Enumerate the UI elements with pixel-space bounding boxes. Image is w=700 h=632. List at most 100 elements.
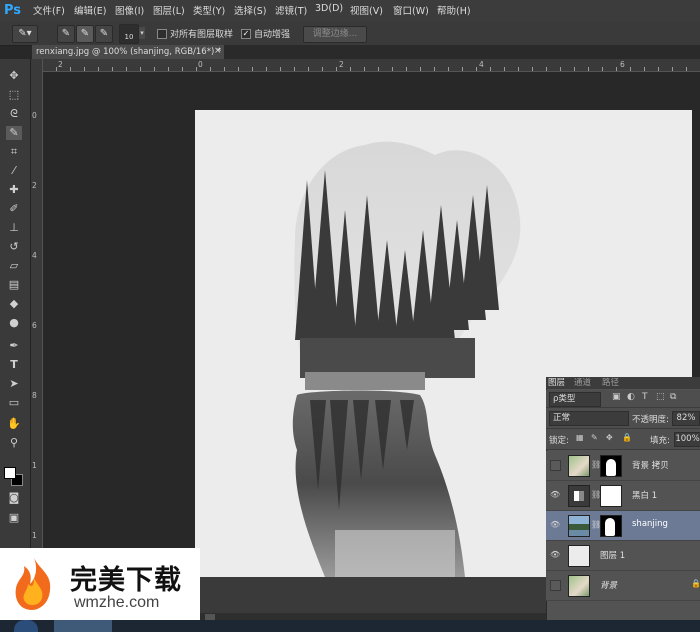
eye-icon[interactable]: 👁 (550, 550, 560, 560)
layer-mask-thumbnail[interactable] (600, 455, 622, 477)
path-selection-tool-icon[interactable]: ➤ (6, 377, 22, 391)
menu-bar: Ps 文件(F) 编辑(E) 图像(I) 图层(L) 类型(Y) 选择(S) 滤… (0, 0, 700, 23)
tool-preset-picker[interactable]: ✎▾ (12, 25, 38, 43)
marquee-tool-icon[interactable]: ⬚ (6, 88, 22, 102)
zoom-tool-icon[interactable]: ⚲ (6, 436, 22, 450)
opacity-label: 不透明度: (632, 415, 669, 425)
blend-mode-value: 正常 (553, 413, 571, 423)
ruler-ticks (42, 67, 700, 71)
lock-icon: 🔒 (691, 579, 700, 588)
brush-size-value: 10 (124, 33, 134, 41)
auto-enhance-checkbox[interactable]: ✓ (241, 29, 251, 39)
type-tool-icon[interactable]: T (6, 358, 22, 372)
ruler-tick-label: 2 (32, 181, 37, 190)
gradient-tool-icon[interactable]: ▤ (6, 278, 22, 292)
filter-shape-icon[interactable]: ⬚ (656, 392, 665, 402)
brush-tool-icon[interactable]: ✐ (6, 202, 22, 216)
eraser-tool-icon[interactable]: ▱ (6, 259, 22, 273)
eye-icon[interactable]: 👁 (550, 520, 560, 530)
layer-row[interactable]: 👁 ⛓ shanjing (546, 511, 700, 541)
visibility-toggle[interactable] (550, 580, 561, 591)
menu-view[interactable]: 视图(V) (350, 3, 383, 17)
start-button[interactable] (14, 620, 38, 632)
layer-name: 背景 拷贝 (632, 461, 669, 471)
quick-mask-icon[interactable]: ◙ (6, 491, 22, 505)
layer-row[interactable]: 背景 🔒 (546, 571, 700, 601)
tab-paths[interactable]: 路径 (602, 377, 619, 389)
vertical-ruler: 0 2 4 6 8 1 1 (30, 59, 43, 632)
screen-mode-icon[interactable]: ▣ (6, 511, 22, 525)
menu-window[interactable]: 窗口(W) (393, 3, 429, 17)
foreground-color-swatch[interactable] (4, 467, 16, 479)
dodge-tool-icon[interactable]: ● (6, 316, 22, 330)
layer-row[interactable]: 👁 图层 1 (546, 541, 700, 571)
fill-input[interactable]: 100% (674, 432, 700, 447)
pen-tool-icon[interactable]: ✒ (6, 339, 22, 353)
menu-help[interactable]: 帮助(H) (437, 3, 471, 17)
layer-thumbnail (568, 545, 590, 567)
move-tool-icon[interactable]: ✥ (6, 69, 22, 83)
watermark: 完美下载 wmzhe.com (0, 548, 200, 620)
ruler-tick-label: 8 (32, 391, 37, 400)
subtract-from-selection-brush-icon[interactable]: ✎ (95, 25, 113, 43)
auto-enhance-label: 自动增强 (254, 30, 291, 40)
filter-pixel-icon[interactable]: ▣ (612, 392, 621, 402)
blend-mode-row: 正常 不透明度: 82% (546, 408, 700, 429)
ruler-tick-label: 6 (32, 321, 37, 330)
brush-dropdown-arrow-icon[interactable]: ▾ (139, 27, 145, 39)
lock-transparent-icon[interactable]: ▦ (576, 433, 584, 442)
tools-panel: ✥ ⬚ ᘓ ✎ ⌗ ⁄ ✚ ✐ ⊥ ↺ ▱ ▤ ◆ ● ✒ T ➤ ▭ ✋ ⚲ … (0, 59, 31, 632)
menu-layer[interactable]: 图层(L) (153, 3, 185, 17)
layer-filter-row: ρ类型 ▣ ◐ T ⬚ ⧉ (546, 390, 700, 408)
visibility-toggle[interactable] (550, 460, 561, 471)
menu-image[interactable]: 图像(I) (115, 3, 144, 17)
blur-tool-icon[interactable]: ◆ (6, 297, 22, 311)
opacity-input[interactable]: 82% (672, 411, 700, 426)
crop-tool-icon[interactable]: ⌗ (6, 145, 22, 159)
blend-mode-select[interactable]: 正常 (549, 411, 629, 426)
refine-edge-button[interactable]: 调整边缘... (303, 26, 367, 43)
add-to-selection-brush-icon[interactable]: ✎ (76, 25, 94, 43)
eye-icon[interactable]: 👁 (550, 490, 560, 500)
menu-edit[interactable]: 编辑(E) (74, 3, 106, 17)
eyedropper-tool-icon[interactable]: ⁄ (6, 164, 22, 178)
filter-adjustment-icon[interactable]: ◐ (627, 392, 635, 402)
filter-type-icon[interactable]: T (642, 392, 648, 402)
lock-fill-row: 锁定: ▦ ✎ ✥ 🔒 填充: 100% (546, 429, 700, 450)
new-selection-brush-icon[interactable]: ✎ (57, 25, 75, 43)
menu-type[interactable]: 类型(Y) (193, 3, 225, 17)
tab-channels[interactable]: 通道 (574, 377, 591, 389)
brush-size-picker[interactable]: 10 (119, 24, 139, 44)
history-brush-tool-icon[interactable]: ↺ (6, 240, 22, 254)
layer-row[interactable]: ⛓ 背景 拷贝 (546, 451, 700, 481)
menu-file[interactable]: 文件(F) (33, 3, 65, 17)
ruler-tick-label: 1 (32, 531, 37, 540)
document-bottom-area (200, 577, 546, 613)
lasso-tool-icon[interactable]: ᘓ (6, 107, 22, 121)
menu-3d[interactable]: 3D(D) (315, 3, 343, 14)
tab-layers[interactable]: 图层 (548, 377, 565, 389)
lock-image-icon[interactable]: ✎ (591, 433, 598, 442)
lock-all-icon[interactable]: 🔒 (622, 433, 632, 442)
layer-mask-thumbnail[interactable] (600, 485, 622, 507)
layer-filter-select[interactable]: ρ类型 (549, 392, 601, 407)
healing-brush-tool-icon[interactable]: ✚ (6, 183, 22, 197)
lock-position-icon[interactable]: ✥ (606, 433, 613, 442)
layer-mask-thumbnail[interactable] (600, 515, 622, 537)
clone-stamp-tool-icon[interactable]: ⊥ (6, 221, 22, 235)
document-tab[interactable]: renxiang.jpg @ 100% (shanjing, RGB/16*) … (32, 45, 224, 59)
layer-row[interactable]: 👁 ⛓ 黑白 1 (546, 481, 700, 511)
fill-label: 填充: (650, 436, 670, 446)
flame-logo-icon (15, 558, 51, 610)
hand-tool-icon[interactable]: ✋ (6, 417, 22, 431)
layer-thumbnail (568, 515, 590, 537)
layer-filter-value: ρ类型 (553, 394, 576, 404)
rectangle-tool-icon[interactable]: ▭ (6, 396, 22, 410)
taskbar-app-button[interactable] (54, 620, 112, 632)
quick-selection-tool-icon[interactable]: ✎ (6, 126, 22, 140)
sample-all-layers-checkbox[interactable] (157, 29, 167, 39)
close-tab-icon[interactable]: × (214, 46, 222, 56)
filter-smart-object-icon[interactable]: ⧉ (670, 392, 676, 402)
menu-filter[interactable]: 滤镜(T) (275, 3, 307, 17)
menu-select[interactable]: 选择(S) (234, 3, 266, 17)
